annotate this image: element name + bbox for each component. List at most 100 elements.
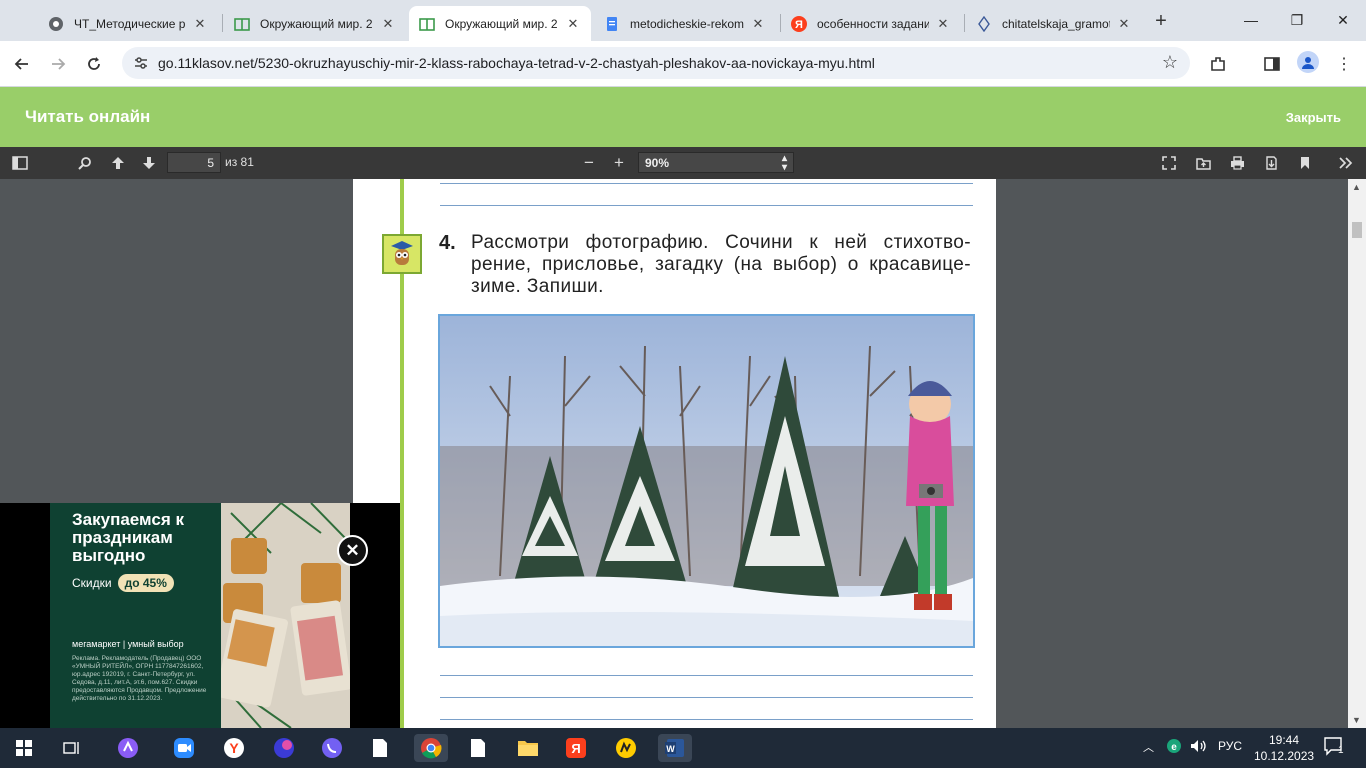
tab-separator	[222, 14, 223, 32]
writing-line	[440, 675, 973, 676]
tab-title: особенности задани	[817, 16, 929, 31]
chrome-taskbar-icon[interactable]	[414, 734, 448, 762]
ad-headline: Закупаемся к праздникам выгодно	[72, 510, 184, 565]
open-file-icon[interactable]	[1192, 153, 1214, 173]
address-bar[interactable]: go.11klasov.net/5230-okruzhayuschiy-mir-…	[122, 47, 1190, 79]
tab-2[interactable]: Окружающий мир. 2 ✕	[224, 6, 406, 41]
site-info-icon[interactable]	[132, 54, 150, 72]
print-icon[interactable]	[1226, 153, 1248, 173]
reader-header: Читать онлайн Закрыть	[0, 87, 1366, 147]
select-arrows-icon: ▴ ▾	[781, 153, 787, 173]
ad-banner[interactable]: Закупаемся к праздникам выгодно Скидки д…	[0, 503, 400, 728]
previous-page-icon[interactable]	[107, 153, 129, 173]
owl-icon	[382, 234, 422, 274]
bookmark-star-icon[interactable]: ☆	[1162, 52, 1178, 73]
page-title: Читать онлайн	[25, 107, 151, 126]
start-button-icon[interactable]	[10, 734, 38, 762]
ad-fine-print: Реклама. Рекламодатель (Продавец) ООО «У…	[72, 655, 207, 702]
yandex-market-icon[interactable]	[612, 734, 640, 762]
url-text[interactable]: go.11klasov.net/5230-okruzhayuschiy-mir-…	[158, 55, 875, 71]
writing-line	[440, 719, 973, 720]
tab-6[interactable]: chitatelskaja_gramotn ✕	[966, 6, 1142, 41]
page-number-input[interactable]: 5	[167, 152, 221, 173]
minimize-button[interactable]: —	[1228, 0, 1274, 40]
close-tab-icon[interactable]: ✕	[380, 16, 396, 32]
zoom-in-button[interactable]: +	[608, 153, 630, 173]
close-tab-icon[interactable]: ✕	[192, 16, 208, 32]
clock-date: 10.12.2023	[1254, 749, 1315, 763]
chrome-icon	[48, 16, 64, 32]
system-clock[interactable]: 19:44 10.12.2023	[1254, 732, 1314, 764]
tab-5[interactable]: Я особенности задани ✕	[781, 6, 961, 41]
zoom-value: 90%	[645, 156, 670, 170]
zoom-select[interactable]: 90% ▴ ▾	[638, 152, 794, 173]
presentation-mode-icon[interactable]	[1158, 153, 1180, 173]
close-tab-icon[interactable]: ✕	[935, 16, 951, 32]
tab-4[interactable]: metodicheskie-rekom ✕	[594, 6, 776, 41]
tray-chevron-icon[interactable]: ︿	[1143, 739, 1154, 755]
file-icon[interactable]	[464, 734, 492, 762]
bookmark-icon[interactable]	[1294, 153, 1316, 173]
word-icon[interactable]: W	[658, 734, 692, 762]
close-reader-link[interactable]: Закрыть	[1286, 110, 1341, 125]
tab-title: Окружающий мир. 2	[445, 16, 558, 31]
file-icon[interactable]	[366, 734, 394, 762]
tools-chevron-icon[interactable]	[1335, 153, 1357, 173]
tab-separator	[964, 14, 965, 32]
task-view-icon[interactable]	[58, 734, 86, 762]
download-icon[interactable]	[1260, 153, 1282, 173]
file-explorer-icon[interactable]	[514, 734, 542, 762]
extensions-icon[interactable]	[1207, 53, 1229, 75]
ad-discount-label: Скидки	[72, 576, 112, 590]
yandex-browser-icon[interactable]: Y	[220, 734, 248, 762]
ad-close-button[interactable]: ✕	[337, 535, 368, 566]
app-sphere-icon[interactable]	[270, 734, 298, 762]
menu-kebab-icon[interactable]: ⋮	[1333, 53, 1355, 75]
tab-title: metodicheskie-rekom	[630, 16, 744, 31]
yandex-icon[interactable]: Я	[562, 734, 590, 762]
sidebar-toggle-icon[interactable]	[9, 153, 31, 173]
speaker-icon[interactable]	[1190, 739, 1208, 756]
reload-icon[interactable]	[80, 50, 108, 78]
pdf-scrollbar[interactable]: ▲ ▼	[1348, 179, 1366, 728]
close-tab-icon[interactable]: ✕	[750, 16, 766, 32]
forward-arrow-icon[interactable]	[44, 50, 72, 78]
restore-button[interactable]: ❐	[1274, 0, 1320, 40]
pdf-page: 4. Рассмотри фотографию. Сочини к ней ст…	[353, 179, 996, 728]
scroll-up-icon[interactable]: ▲	[1352, 182, 1361, 192]
window-close-button[interactable]: ✕	[1320, 0, 1366, 40]
search-icon[interactable]	[74, 153, 96, 173]
tab-title: ЧТ_Методические ре	[74, 16, 186, 31]
tab-title: Окружающий мир. 2	[260, 16, 373, 31]
yandex-icon: Я	[791, 15, 807, 32]
notification-count: 1	[1338, 745, 1344, 756]
svg-text:Я: Я	[571, 741, 580, 756]
next-page-icon[interactable]	[138, 153, 160, 173]
network-status-icon[interactable]: e	[1166, 738, 1182, 757]
pdf-toolbar: 5 из 81 − + 90% ▴ ▾	[0, 147, 1366, 179]
close-tab-icon[interactable]: ✕	[565, 16, 581, 32]
winter-forest-photo	[438, 314, 975, 648]
scroll-thumb[interactable]	[1352, 222, 1362, 238]
new-tab-button[interactable]: +	[1148, 8, 1174, 34]
ad-discount: Скидки до 45%	[72, 574, 174, 592]
viber-icon[interactable]	[318, 734, 346, 762]
close-tab-icon[interactable]: ✕	[1116, 16, 1132, 32]
language-indicator[interactable]: РУС	[1218, 739, 1242, 753]
profile-avatar-icon[interactable]	[1297, 51, 1319, 73]
clock-time: 19:44	[1268, 733, 1300, 747]
diamond-icon	[976, 15, 992, 32]
svg-text:Я: Я	[795, 19, 803, 31]
ad-discount-badge: до 45%	[117, 574, 174, 592]
side-panel-icon[interactable]	[1261, 53, 1283, 75]
ad-text-panel[interactable]: Закупаемся к праздникам выгодно Скидки д…	[50, 503, 221, 728]
alice-icon[interactable]	[114, 734, 142, 762]
back-arrow-icon[interactable]	[8, 50, 36, 78]
zoom-icon[interactable]	[170, 734, 198, 762]
ad-product-image[interactable]	[221, 503, 350, 728]
zoom-out-button[interactable]: −	[578, 153, 600, 173]
scroll-down-icon[interactable]: ▼	[1352, 715, 1361, 725]
tab-3-active[interactable]: Окружающий мир. 2 ✕	[409, 6, 591, 41]
tab-1[interactable]: ЧТ_Методические ре ✕	[38, 6, 218, 41]
svg-text:W: W	[666, 744, 675, 754]
